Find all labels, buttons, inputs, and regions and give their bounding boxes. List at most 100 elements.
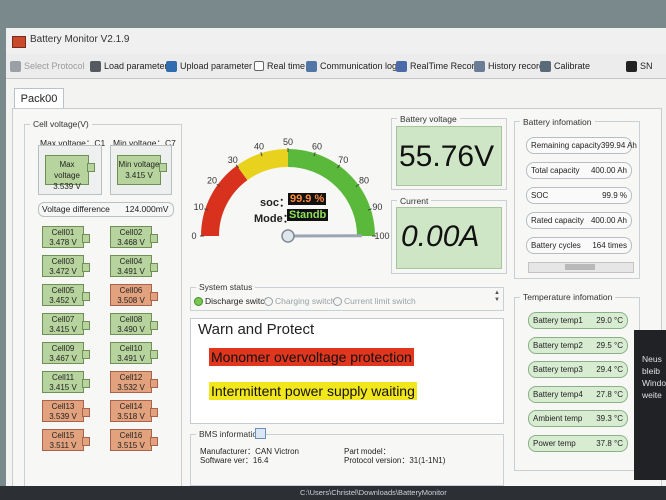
calibrate-icon: [540, 60, 551, 72]
toolbar-checkbox-button[interactable]: Real time: [254, 58, 305, 74]
battery-tip-icon: [150, 350, 158, 359]
radio-active-icon: [194, 296, 203, 306]
cell-cell05: Cell05 3.452 V: [42, 284, 90, 306]
info-row: Rated capacity 400.00 Ah: [526, 212, 632, 229]
mode-value: Standb: [287, 209, 329, 221]
status-scroll-arrows-icon[interactable]: ▲ ▼: [494, 290, 501, 306]
status-path: C:\Users\Christel\Downloads\BatteryMonit…: [300, 488, 447, 497]
cell-name: Cell12: [119, 373, 143, 382]
gauge-tick-label: 90: [372, 202, 382, 212]
status-item-label: Discharge switch: [205, 296, 270, 306]
radio-inactive-icon: [333, 296, 342, 306]
max-voltage-cell: Max voltage 3.539 V: [45, 155, 95, 191]
max-voltage-value: 3.539 V: [53, 182, 81, 191]
battery-tip-icon: [150, 379, 158, 388]
toolbar-barcode-button[interactable]: SN: [626, 58, 653, 74]
temperature-row: Battery temp4 27.8 °C: [528, 385, 628, 403]
cell-name: Cell04: [119, 257, 143, 266]
notification-line: weite: [642, 390, 662, 400]
temperature-row-name: Battery temp4: [533, 389, 583, 399]
status-item[interactable]: Current limit switch: [333, 296, 416, 306]
info-row-name: Rated capacity: [531, 216, 584, 225]
toolbar-record-button[interactable]: RealTime Record: [396, 58, 480, 74]
cell-value: 3.490 V: [117, 325, 145, 334]
toolbar-label: Load parameter: [104, 61, 168, 71]
gauge-tick-label: 60: [312, 142, 322, 152]
cell-cell02: Cell02 3.468 V: [110, 226, 158, 248]
info-row-value: 99.9 %: [602, 191, 627, 200]
toolbar-label: Communication log: [320, 61, 398, 71]
warn-item: Monomer overvoltage protection: [209, 348, 414, 366]
cell-name: Cell08: [119, 315, 143, 324]
windows-notification[interactable]: Neus bleib Windo weite: [634, 330, 666, 480]
warn-protect-title: Warn and Protect: [198, 321, 315, 338]
gauge-hub: [281, 229, 295, 243]
battery-tip-icon: [150, 292, 158, 301]
battery-voltage-label: Battery voltage: [397, 114, 460, 124]
status-item[interactable]: Discharge switch: [194, 296, 269, 306]
cell-value: 3.478 V: [49, 238, 77, 247]
cell-cell16: Cell16 3.515 V: [110, 429, 158, 451]
info-row-name: Remaining capacity: [531, 141, 601, 150]
info-row-value: 400.00 Ah: [590, 166, 627, 175]
cell-voltage-group-label: Cell voltage(V): [30, 119, 92, 129]
toolbar-history-button[interactable]: History record: [474, 58, 544, 74]
cell-value: 3.415 V: [49, 325, 77, 334]
info-row: Remaining capacity 399.94 Ah: [526, 137, 637, 154]
temperature-row-value: 29.5 °C: [596, 340, 623, 350]
temperature-row-name: Battery temp3: [533, 365, 583, 374]
cell-value: 3.472 V: [49, 267, 77, 276]
soc-label: soc：: [260, 197, 290, 209]
toolbar-log-button[interactable]: Communication log: [306, 58, 397, 74]
cell-name: Cell16: [119, 431, 143, 440]
cell-name: Cell10: [119, 344, 143, 353]
notification-line: Neus: [642, 354, 662, 364]
min-voltage-value: 3.415 V: [125, 171, 153, 180]
info-row-name: Battery cycles: [531, 241, 581, 250]
info-scroll-thumb[interactable]: [565, 264, 595, 270]
toolbar-load-button[interactable]: Load parameter: [90, 58, 168, 74]
toolbar-label: RealTime Record: [410, 61, 480, 71]
toolbar-upload-button[interactable]: Upload parameter: [166, 58, 252, 74]
battery-tip-icon: [159, 163, 167, 172]
gauge-tick-label: 70: [338, 155, 348, 165]
cell-value: 3.515 V: [117, 441, 145, 450]
gauge-tick-label: 40: [254, 142, 264, 152]
cell-value: 3.508 V: [117, 296, 145, 305]
cell-value: 3.491 V: [117, 267, 145, 276]
temperature-row-value: 29.4 °C: [596, 365, 623, 374]
battery-tip-icon: [82, 350, 90, 359]
temperature-row-value: 37.8 °C: [596, 438, 623, 448]
battery-tip-icon: [82, 263, 90, 272]
cell-cell13: Cell13 3.539 V: [42, 400, 90, 422]
temperature-row-value: 29.0 °C: [596, 316, 623, 325]
title-bar: Battery Monitor V2.1.9: [6, 28, 666, 54]
info-horizontal-scrollbar[interactable]: [528, 262, 634, 273]
cell-value: 3.415 V: [49, 383, 77, 392]
battery-tip-icon: [82, 234, 90, 243]
toolbar-protocol-button[interactable]: Select Protocol: [10, 58, 85, 74]
temperature-row-name: Battery temp1: [533, 316, 583, 325]
battery-tip-icon: [150, 321, 158, 330]
voltage-difference-label: Voltage difference: [42, 204, 110, 214]
info-row: Total capacity 400.00 Ah: [526, 162, 632, 179]
toolbar-label: Real time: [267, 61, 306, 71]
tab-pack00[interactable]: Pack00: [14, 88, 64, 109]
status-item[interactable]: Charging switch: [264, 296, 335, 306]
cell-name: Cell13: [51, 402, 75, 411]
cell-cell06: Cell06 3.508 V: [110, 284, 158, 306]
gauge-tick-label: 80: [359, 176, 369, 186]
cell-name: Cell09: [51, 344, 75, 353]
gauge-tick-label: 100: [374, 231, 389, 241]
battery-tip-icon: [82, 321, 90, 330]
notification-line: Windo: [642, 378, 666, 388]
gauge-mid-band: [236, 149, 289, 181]
warn-item: Intermittent power supply waiting: [209, 382, 417, 400]
temperature-label: Temperature infomation: [520, 292, 616, 302]
bms-refresh-icon[interactable]: [255, 428, 266, 439]
toolbar-calibrate-button[interactable]: Calibrate: [540, 58, 590, 74]
cell-name: Cell01: [51, 228, 75, 237]
upload-icon: [166, 60, 177, 72]
battery-tip-icon: [150, 234, 158, 243]
cell-name: Cell11: [51, 373, 75, 382]
